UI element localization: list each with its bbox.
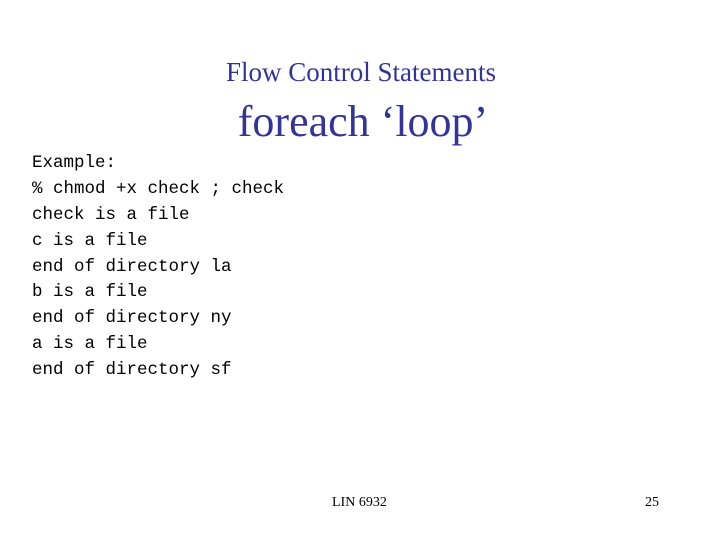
code-line: Example:: [32, 153, 117, 173]
slide-title-subtitle: foreach ‘loop’: [237, 97, 489, 146]
slide: Flow Control Statements foreach ‘loop’ E…: [0, 0, 720, 540]
code-line: b is a file: [32, 282, 148, 303]
code-example-block: Example: % chmod +x check ; check check …: [32, 151, 284, 384]
footer-page-number: 25: [645, 495, 659, 510]
code-line: % chmod +x check ; check: [32, 178, 285, 199]
code-line: end of directory ny: [32, 308, 232, 329]
code-line: end of directory sf: [32, 360, 232, 381]
code-line: check is a file: [32, 204, 190, 225]
code-line: a is a file: [32, 334, 148, 355]
code-line: c is a file: [32, 230, 148, 251]
footer-course-label: LIN 6932: [332, 495, 387, 510]
slide-title-main: Flow Control Statements: [226, 57, 496, 87]
code-line: end of directory la: [32, 256, 232, 277]
